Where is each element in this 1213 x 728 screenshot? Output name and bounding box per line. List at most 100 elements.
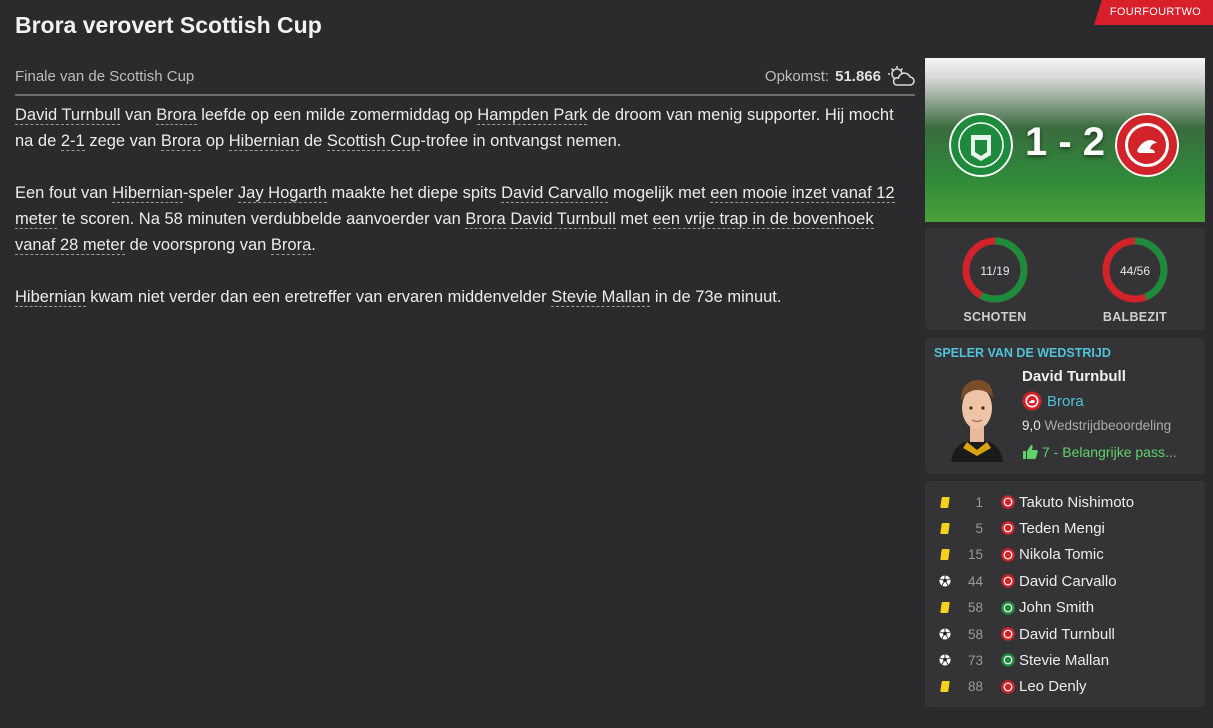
hibernian-badge-icon <box>1001 600 1015 615</box>
page-title: Brora verovert Scottish Cup <box>15 12 322 38</box>
event-minute: 88 <box>967 679 983 695</box>
possession-donut: 44/56 <box>1102 237 1168 303</box>
event-player[interactable]: Leo Denly <box>1019 678 1087 695</box>
article-link[interactable]: David Turnbull <box>15 106 121 125</box>
yellow-card-icon <box>939 601 951 615</box>
article-text: met <box>615 210 653 228</box>
donut-value: 11/19 <box>980 264 1009 278</box>
brora-crest-icon[interactable] <box>1115 113 1179 177</box>
yellow-card-icon <box>939 548 951 562</box>
article-link[interactable]: Brora <box>156 106 197 125</box>
attendance-value: 51.866 <box>835 67 881 85</box>
stat-label: BALBEZIT <box>1102 310 1168 324</box>
event-player[interactable]: David Turnbull <box>1019 626 1115 643</box>
event-minute: 58 <box>967 626 983 642</box>
match-events-panel: 1 Takuto Nishimoto 5 Teden Mengi 15 Nikola To… <box>925 481 1205 707</box>
event-minute: 1 <box>975 494 983 510</box>
article-text: maakte het diepe spits <box>326 184 502 202</box>
brora-badge-icon <box>1022 391 1042 411</box>
event-row[interactable]: 1 Takuto Nishimoto <box>925 489 1205 515</box>
yellow-card-icon <box>939 680 951 694</box>
rating-label: Wedstrijdbeoordeling <box>1044 418 1172 433</box>
article-paragraph: David Turnbull van Brora leefde op een m… <box>15 102 915 154</box>
article-text: . <box>311 236 316 254</box>
event-row[interactable]: 88 Leo Denly <box>925 674 1205 700</box>
article-text: Een fout van <box>15 184 113 202</box>
article-body: David Turnbull van Brora leefde op een m… <box>15 102 915 310</box>
article-text: -speler <box>182 184 238 202</box>
article-text: op <box>201 132 229 150</box>
potm-club-name[interactable]: Brora <box>1047 393 1084 410</box>
potm-name[interactable]: David Turnbull <box>1022 368 1126 385</box>
attendance: Opkomst: 51.866 <box>765 65 915 87</box>
article-link[interactable]: Brora <box>465 210 506 229</box>
article-paragraph: Hibernian kwam niet verder dan een eretr… <box>15 284 915 310</box>
article-text: -trofee in ontvangst nemen. <box>420 132 622 150</box>
event-minute: 73 <box>967 652 983 668</box>
goal-ball-icon <box>939 653 951 667</box>
stat-label: SCHOTEN <box>963 310 1027 324</box>
article-link[interactable]: Brora <box>160 132 202 151</box>
potm-title: SPELER VAN DE WEDSTRIJD <box>934 346 1111 360</box>
potm-highlight-text: 7 - Belangrijke pass... <box>1042 444 1177 460</box>
goal-ball-icon <box>939 574 951 588</box>
brora-badge-icon <box>1001 495 1015 509</box>
player-of-the-match-panel[interactable]: SPELER VAN DE WEDSTRIJD David Turnbull B… <box>925 338 1205 474</box>
brora-badge-icon <box>1001 574 1015 588</box>
brand-tag[interactable]: FOURFOURTWO <box>1093 0 1213 25</box>
article: Finale van de Scottish Cup Opkomst: 51.8… <box>15 64 915 336</box>
event-row[interactable]: 5 Teden Mengi <box>925 515 1205 541</box>
event-minute: 15 <box>967 547 983 563</box>
brora-badge-icon <box>1001 547 1015 562</box>
hibernian-badge-icon <box>1001 653 1015 668</box>
donut-value: 44/56 <box>1120 264 1150 278</box>
article-text: in de 73e minuut. <box>650 288 782 306</box>
article-link[interactable]: Stevie Mallan <box>551 288 651 307</box>
match-stats-panel: 11/19 SCHOTEN 44/56 BALBEZIT <box>925 228 1205 330</box>
match-score-card[interactable]: 1 - 2 <box>925 58 1205 222</box>
event-player[interactable]: Nikola Tomic <box>1019 546 1104 563</box>
event-row[interactable]: 58 John Smith <box>925 595 1205 621</box>
article-link[interactable]: David Turnbull <box>510 210 616 229</box>
event-row[interactable]: 58 David Turnbull <box>925 621 1205 647</box>
event-minute: 44 <box>967 573 983 589</box>
partly-cloudy-icon <box>888 66 915 86</box>
event-player[interactable]: Stevie Mallan <box>1019 652 1109 669</box>
article-link[interactable]: Hibernian <box>15 288 86 307</box>
article-text: van <box>120 106 157 124</box>
article-text: zege van <box>84 132 161 150</box>
event-row[interactable]: 73 Stevie Mallan <box>925 647 1205 673</box>
event-row[interactable]: 15 Nikola Tomic <box>925 542 1205 568</box>
event-player[interactable]: Takuto Nishimoto <box>1019 494 1134 511</box>
event-player[interactable]: David Carvallo <box>1019 573 1117 590</box>
article-text: leefde op een milde zomermiddag op <box>196 106 478 124</box>
yellow-card-icon <box>939 495 951 509</box>
brora-badge-icon <box>1001 521 1015 536</box>
brora-badge-icon <box>1001 627 1015 641</box>
event-row[interactable]: 44 David Carvallo <box>925 568 1205 594</box>
attendance-label: Opkomst: <box>764 67 830 85</box>
player-photo[interactable] <box>945 370 1009 462</box>
potm-highlight: 7 - Belangrijke pass... <box>1022 444 1177 460</box>
thumbs-up-icon <box>1023 445 1038 459</box>
article-link[interactable]: Scottish Cup <box>326 132 421 151</box>
article-paragraph: Een fout van Hibernian-speler Jay Hogart… <box>15 180 915 258</box>
article-text: mogelijk met <box>608 184 711 202</box>
goal-ball-icon <box>939 627 951 641</box>
article-link[interactable]: 2-1 <box>60 132 85 151</box>
article-link[interactable]: Brora <box>270 236 312 255</box>
article-link[interactable]: Hibernian <box>112 184 183 203</box>
article-link[interactable]: Jay Hogarth <box>237 184 327 203</box>
event-player[interactable]: Teden Mengi <box>1019 520 1105 537</box>
article-link[interactable]: David Carvallo <box>501 184 609 203</box>
stat-possession[interactable]: 44/56 BALBEZIT <box>1101 228 1169 330</box>
event-player[interactable]: John Smith <box>1019 599 1094 616</box>
event-minute: 5 <box>975 520 983 536</box>
article-link[interactable]: Hibernian <box>228 132 300 151</box>
article-text: te scoren. Na 58 minuten verdubbelde aan… <box>57 210 466 228</box>
stat-shots[interactable]: 11/19 SCHOTEN <box>961 228 1029 330</box>
article-text: de voorsprong van <box>125 236 271 254</box>
article-link[interactable]: Hampden Park <box>477 106 588 125</box>
potm-club[interactable]: Brora <box>1022 391 1084 411</box>
yellow-card-icon <box>939 521 951 535</box>
